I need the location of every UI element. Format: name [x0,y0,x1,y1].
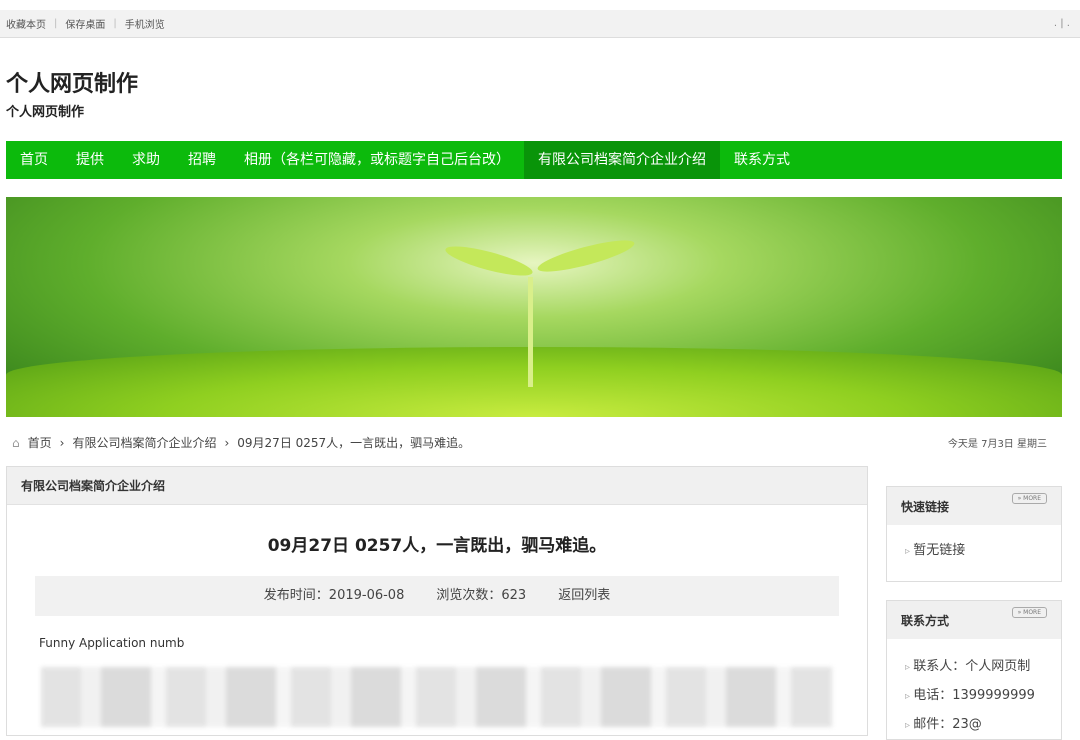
breadcrumb-home[interactable]: 首页 [28,434,52,451]
save-desktop-link[interactable]: 保存桌面 [65,16,105,31]
contact-phone: 电话：1399999999 [905,682,1061,711]
nav-seek[interactable]: 求助 [118,141,174,179]
nav-contact[interactable]: 联系方式 [720,141,804,179]
list-item[interactable]: 暂无链接 [905,537,1061,566]
nav-company[interactable]: 有限公司档案简介企业介绍 [524,141,720,179]
breadcrumb-current: 09月27日 0257人，一言既出，驷马难追。 [237,436,471,450]
breadcrumb: ⌂ 首页 › 有限公司档案简介企业介绍 › 09月27日 0257人，一言既出，驷马… [12,434,471,451]
bookmark-link[interactable]: 收藏本页 [6,16,46,31]
more-button[interactable]: » MORE [1011,493,1047,504]
nav-album[interactable]: 相册（各栏可隐藏，或标题字自己后台改） [230,141,524,179]
section-heading: 有限公司档案简介企业介绍 [7,467,867,505]
nav-provide[interactable]: 提供 [62,141,118,179]
back-to-list-link[interactable]: 返回列表 [558,576,610,616]
breadcrumb-section[interactable]: 有限公司档案简介企业介绍 [72,434,216,451]
article-title: 09月27日 0257人，一言既出，驷马难追。 [267,536,607,556]
contact-panel: 联系方式 » MORE 联系人：个人网页制 电话：1399999999 邮件：23… [886,600,1062,740]
view-count: 浏览次数：623 [436,588,527,603]
contact-person: 联系人：个人网页制 [905,653,1061,682]
home-icon: ⌂ [12,435,20,450]
article-body: Funny Application numb [39,636,185,650]
date-text: 今天是 7月3日 星期三 [947,439,1047,450]
more-button[interactable]: » MORE [1011,607,1047,618]
quick-links-title: 快速链接 [901,500,950,514]
article-meta: 发布时间：2019-06-08 浏览次数：623 返回列表 [35,576,839,616]
site-title[interactable]: 个人网页制作 [6,66,138,98]
site-subtitle: 个人网页制作 [6,105,85,120]
mobile-link[interactable]: 手机浏览 [125,16,165,31]
contact-email: 邮件：23@ [905,711,1061,740]
topbar-right: . | . [1053,18,1070,29]
nav-home[interactable]: 首页 [6,141,62,179]
publish-date: 发布时间：2019-06-08 [263,588,405,603]
banner-image [6,197,1062,417]
main-nav: 首页 提供 求助 招聘 相册（各栏可隐藏，或标题字自己后台改） 有限公司档案简介… [6,141,1062,179]
quick-links-panel: 快速链接 » MORE 暂无链接 [886,486,1062,582]
contact-title: 联系方式 [901,614,950,628]
article-panel: 有限公司档案简介企业介绍 09月27日 0257人，一言既出，驷马难追。 发布时… [6,466,868,736]
blurred-content [41,667,833,727]
nav-jobs[interactable]: 招聘 [174,141,230,179]
top-bar: 收藏本页 | 保存桌面 | 手机浏览 . | . [0,10,1080,38]
